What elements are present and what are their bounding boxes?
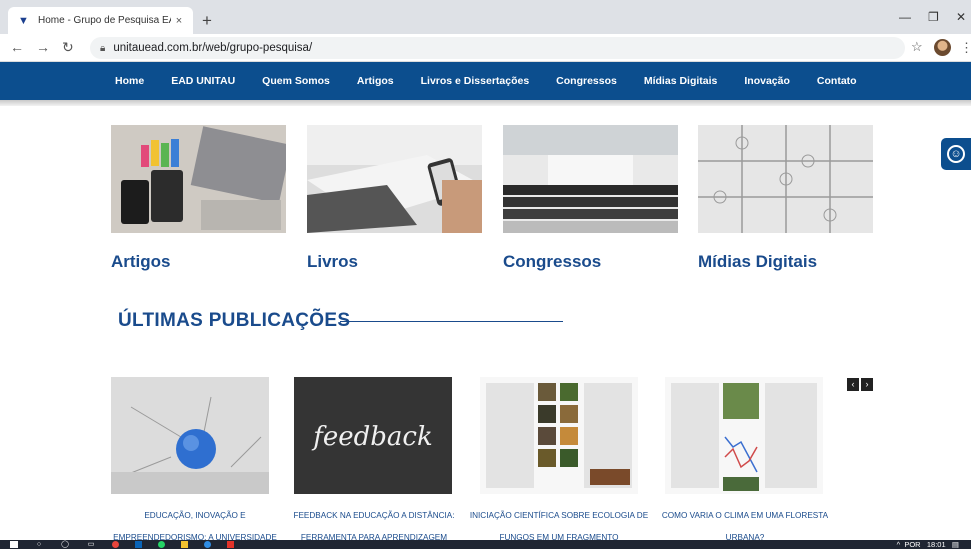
nav-item-inovacao[interactable]: Inovação [744, 75, 790, 87]
publication-image-3[interactable] [480, 377, 638, 494]
accessibility-icon: ☺ [947, 145, 965, 163]
windows-taskbar: ○ ◯ ▭ ^ POR 18:01 ▤ [0, 540, 971, 549]
close-tab-icon[interactable]: × [171, 15, 187, 27]
nav-item-contato[interactable]: Contato [817, 75, 857, 87]
back-icon[interactable]: ← [10, 39, 24, 55]
menu-icon[interactable]: ⋮ [960, 40, 971, 56]
outlook-taskbar-icon[interactable] [135, 541, 142, 548]
publication-image-4[interactable] [665, 377, 823, 494]
nav-item-home[interactable]: Home [115, 75, 144, 87]
carousel-next-button[interactable]: › [861, 378, 873, 391]
section-divider [340, 321, 563, 322]
category-livros[interactable]: Livros [307, 252, 358, 272]
clock[interactable]: 18:01 [927, 540, 946, 549]
restore-icon[interactable]: ❐ [928, 10, 939, 24]
edge-taskbar-icon[interactable] [204, 541, 211, 548]
nav-item-artigos[interactable]: Artigos [357, 75, 394, 87]
carousel-controls: ‹ › [847, 378, 875, 391]
language-indicator[interactable]: POR [904, 540, 920, 549]
address-bar[interactable]: 🔒︎ unitauead.com.br/web/grupo-pesquisa/ [90, 37, 905, 59]
notification-icon[interactable]: ▤ [952, 540, 959, 549]
livros-image[interactable] [307, 125, 482, 233]
carousel-prev-button[interactable]: ‹ [847, 378, 859, 391]
feedback-chalk-text: feedback [311, 422, 433, 452]
nav-item-livros[interactable]: Livros e Dissertações [421, 75, 530, 87]
hero-strip [0, 100, 971, 106]
nav-item-congressos[interactable]: Congressos [556, 75, 617, 87]
congressos-image[interactable] [503, 125, 678, 233]
nav-item-ead-unitau[interactable]: EAD UNITAU [171, 75, 235, 87]
artigos-image[interactable] [111, 125, 286, 233]
midias-digitais-image[interactable] [698, 125, 873, 233]
accessibility-button[interactable]: ☺ [941, 138, 971, 170]
category-congressos[interactable]: Congressos [503, 252, 601, 272]
chevron-up-icon[interactable]: ^ [897, 540, 901, 549]
browser-tab-strip: ▼ Home - Grupo de Pesquisa EAD · × + — ❐… [0, 0, 971, 34]
close-window-icon[interactable]: ✕ [956, 10, 966, 24]
forward-icon[interactable]: → [36, 39, 50, 55]
pdf-taskbar-icon[interactable] [227, 541, 234, 548]
nav-item-quem-somos[interactable]: Quem Somos [262, 75, 330, 87]
category-artigos[interactable]: Artigos [111, 252, 171, 272]
tab-title: Home - Grupo de Pesquisa EAD · [38, 15, 171, 26]
chrome-taskbar-icon[interactable] [112, 541, 119, 548]
avatar[interactable] [934, 39, 951, 56]
search-icon[interactable]: ○ [34, 541, 44, 548]
publication-image-2[interactable]: feedback [294, 377, 452, 494]
minimize-icon[interactable]: — [899, 10, 911, 24]
section-title: ÚLTIMAS PUBLICAÇÕES [118, 310, 351, 331]
task-view-icon[interactable]: ▭ [86, 541, 96, 548]
browser-toolbar: ← → ↻ 🔒︎ unitauead.com.br/web/grupo-pesq… [0, 34, 971, 62]
windows-start-icon[interactable] [10, 541, 18, 548]
reload-icon[interactable]: ↻ [62, 39, 74, 56]
url-text[interactable]: unitauead.com.br/web/grupo-pesquisa/ [113, 42, 312, 54]
site-navbar: Home EAD UNITAU Quem Somos Artigos Livro… [0, 62, 971, 100]
cortana-icon[interactable]: ◯ [60, 541, 70, 548]
category-midias-digitais[interactable]: Mídias Digitais [698, 252, 817, 272]
lock-icon: 🔒︎ [100, 42, 106, 54]
nav-item-midias-digitais[interactable]: Mídias Digitais [644, 75, 718, 87]
star-icon[interactable]: ☆ [911, 39, 923, 55]
site-favicon-icon: ▼ [18, 14, 29, 27]
whatsapp-taskbar-icon[interactable] [158, 541, 165, 548]
publication-image-1[interactable] [111, 377, 269, 494]
new-tab-button[interactable]: + [202, 11, 212, 31]
browser-tab[interactable]: ▼ Home - Grupo de Pesquisa EAD · × [8, 7, 193, 34]
explorer-taskbar-icon[interactable] [181, 541, 188, 548]
